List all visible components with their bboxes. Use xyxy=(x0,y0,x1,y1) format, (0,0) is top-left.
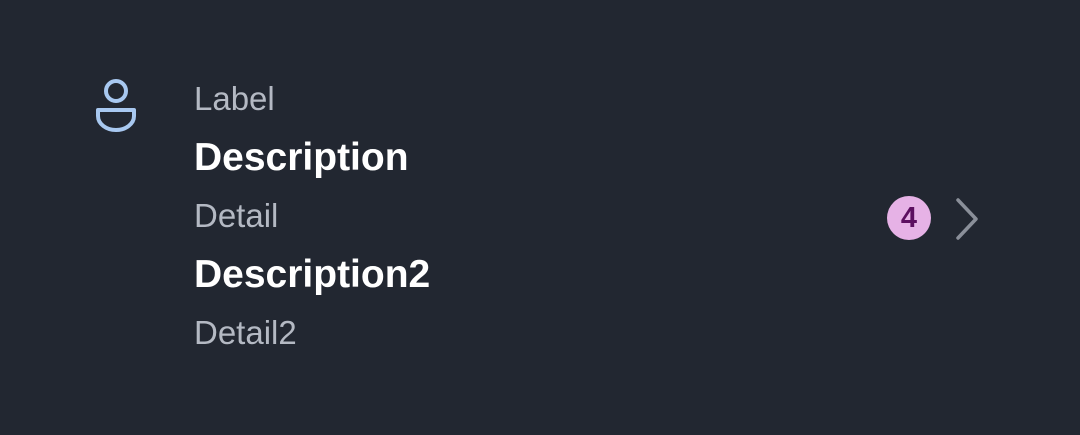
item-label: Label xyxy=(194,80,275,117)
item-detail2: Detail2 xyxy=(194,314,297,351)
person-icon xyxy=(96,79,136,132)
item-description2: Description2 xyxy=(194,253,431,296)
item-detail: Detail xyxy=(194,197,279,234)
list-item[interactable]: Label Description Detail Description2 De… xyxy=(0,0,1080,435)
chevron-right-icon xyxy=(956,198,978,240)
item-description: Description xyxy=(194,136,409,179)
count-badge: 4 xyxy=(887,196,931,240)
